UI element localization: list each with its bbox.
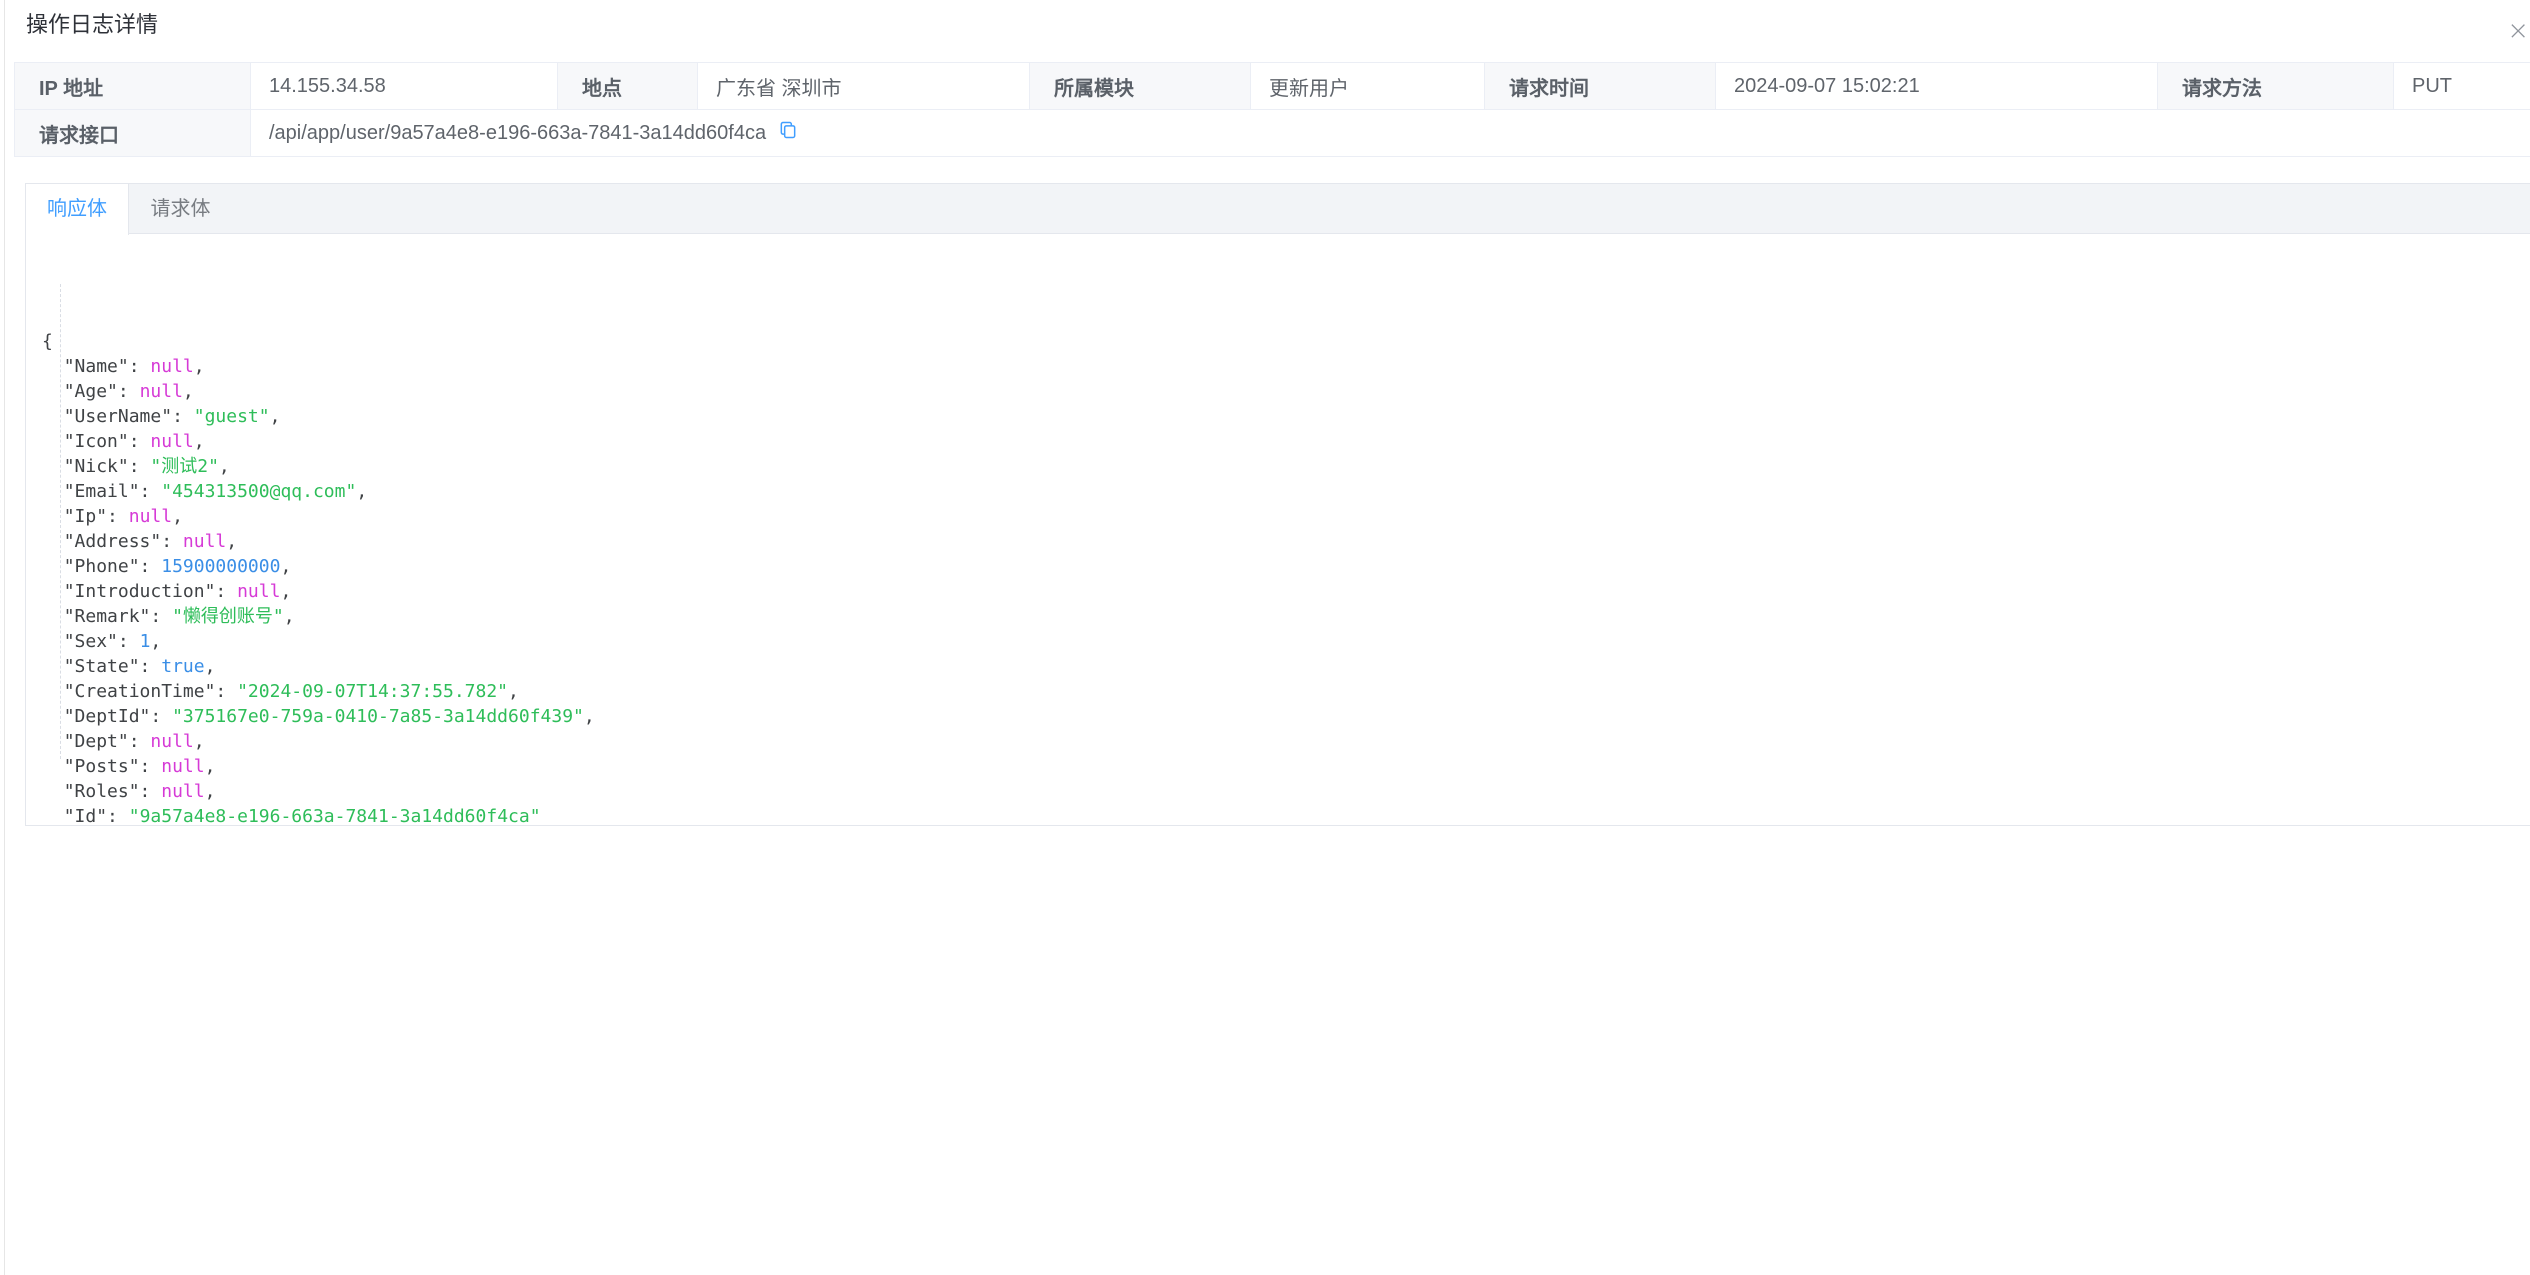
field-label-method: 请求方法: [2158, 63, 2394, 110]
json-viewer: { "Name": null, "Age": null, "UserName":…: [26, 234, 2530, 826]
json-line: "UserName": "guest",: [42, 404, 2530, 429]
response-body-panel: { "Name": null, "Age": null, "UserName":…: [26, 234, 2530, 826]
log-descriptions-table: IP 地址 14.155.34.58 地点 广东省 深圳市 所属模块 更新用户 …: [14, 62, 2530, 157]
json-line: "State": true,: [42, 654, 2530, 679]
json-line: "Nick": "测试2",: [42, 454, 2530, 479]
json-line: "Age": null,: [42, 379, 2530, 404]
json-indent-guide: [60, 284, 61, 759]
json-line: "Id": "9a57a4e8-e196-663a-7841-3a14dd60f…: [42, 804, 2530, 826]
json-line: "Address": null,: [42, 529, 2530, 554]
json-line: "Phone": 15900000000,: [42, 554, 2530, 579]
field-label-request-time: 请求时间: [1485, 63, 1716, 110]
json-line: {: [42, 329, 2530, 354]
body-tabs-card: 响应体请求体 { "Name": null, "Age": null, "Use…: [25, 183, 2530, 826]
json-line: "Introduction": null,: [42, 579, 2530, 604]
json-line: "Sex": 1,: [42, 629, 2530, 654]
table-row: 请求接口 /api/app/user/9a57a4e8-e196-663a-78…: [15, 110, 2530, 157]
field-label-location: 地点: [558, 63, 698, 110]
field-value-module: 更新用户: [1251, 63, 1485, 110]
tabs-header: 响应体请求体: [26, 184, 2530, 234]
json-line: "Ip": null,: [42, 504, 2530, 529]
json-line: "Dept": null,: [42, 729, 2530, 754]
json-line: "DeptId": "375167e0-759a-0410-7a85-3a14d…: [42, 704, 2530, 729]
operation-log-detail-dialog: 操作日志详情 × IP 地址 14.155.34.58 地点 广东省 深圳市 所…: [0, 0, 2530, 1275]
json-line: "Remark": "懒得创账号",: [42, 604, 2530, 629]
table-row: IP 地址 14.155.34.58 地点 广东省 深圳市 所属模块 更新用户 …: [15, 63, 2530, 110]
json-line: "Posts": null,: [42, 754, 2530, 779]
api-path-text: /api/app/user/9a57a4e8-e196-663a-7841-3a…: [269, 122, 766, 145]
json-line: "CreationTime": "2024-09-07T14:37:55.782…: [42, 679, 2530, 704]
tab-response-body[interactable]: 响应体: [26, 184, 129, 235]
field-value-request-time: 2024-09-07 15:02:21: [1716, 63, 2158, 110]
json-line: "Email": "454313500@qq.com",: [42, 479, 2530, 504]
json-line: "Roles": null,: [42, 779, 2530, 804]
field-value-location: 广东省 深圳市: [698, 63, 1030, 110]
json-line: "Name": null,: [42, 354, 2530, 379]
tab-request-body[interactable]: 请求体: [129, 184, 232, 234]
field-label-api: 请求接口: [15, 110, 251, 157]
json-line: "Icon": null,: [42, 429, 2530, 454]
dialog-title: 操作日志详情: [26, 10, 2530, 40]
field-value-method: PUT: [2394, 63, 2530, 110]
dialog-header: 操作日志详情 ×: [26, 10, 2530, 50]
field-label-ip: IP 地址: [15, 63, 251, 110]
field-label-module: 所属模块: [1030, 63, 1251, 110]
copy-icon[interactable]: [778, 120, 798, 146]
dialog-left-edge: [4, 0, 5, 1275]
close-icon[interactable]: ×: [2507, 18, 2529, 44]
field-value-ip: 14.155.34.58: [251, 63, 558, 110]
field-value-api: /api/app/user/9a57a4e8-e196-663a-7841-3a…: [251, 110, 2530, 157]
